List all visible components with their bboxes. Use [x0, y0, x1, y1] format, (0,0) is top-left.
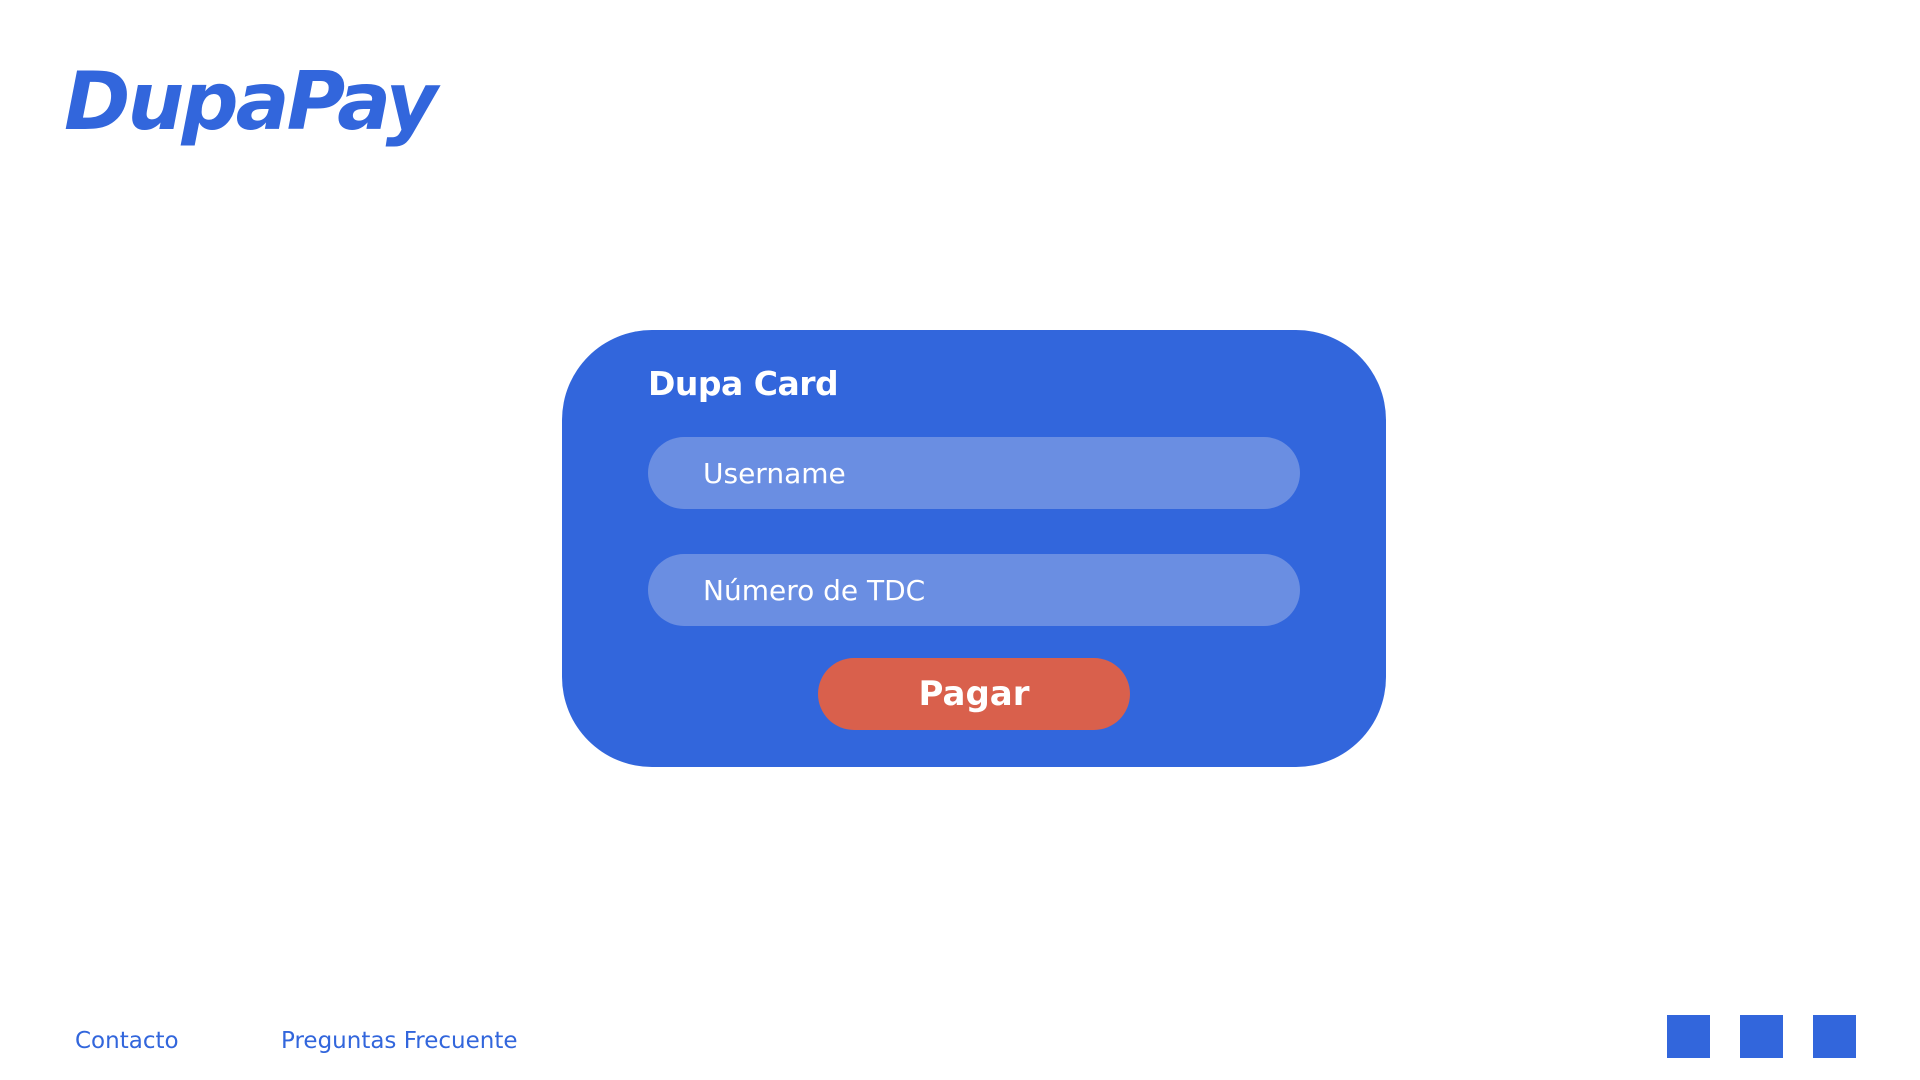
footer-link-faq[interactable]: Preguntas Frecuente	[281, 1028, 518, 1054]
card-title: Dupa Card	[648, 364, 839, 403]
username-input[interactable]	[648, 437, 1300, 509]
social-icon-2[interactable]	[1740, 1015, 1783, 1058]
pay-button[interactable]: Pagar	[818, 658, 1130, 730]
brand-logo: DupaPay	[64, 55, 438, 148]
payment-page: DupaPay Dupa Card Pagar Contacto Pregunt…	[0, 0, 1920, 1080]
card-number-input[interactable]	[648, 554, 1300, 626]
footer-link-contact[interactable]: Contacto	[75, 1028, 179, 1054]
social-icon-1[interactable]	[1667, 1015, 1710, 1058]
social-icon-3[interactable]	[1813, 1015, 1856, 1058]
payment-card: Dupa Card Pagar	[562, 330, 1386, 767]
